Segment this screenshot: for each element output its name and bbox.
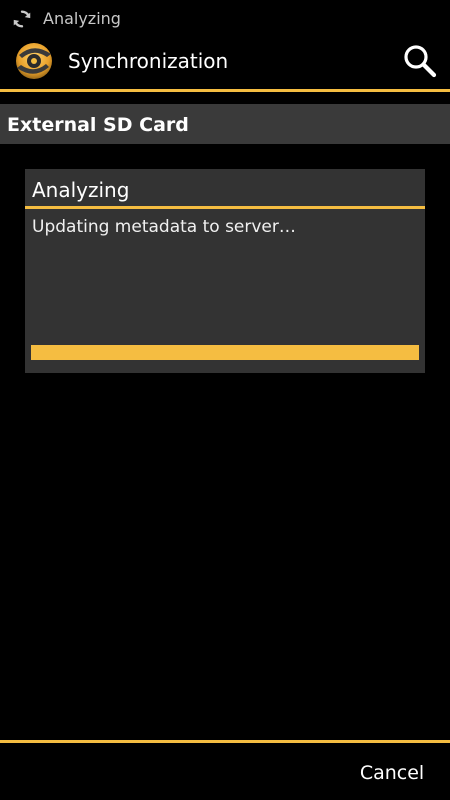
- footer-divider: [0, 740, 450, 743]
- page-title: Synchronization: [68, 49, 229, 73]
- action-bar: Synchronization: [0, 32, 450, 89]
- dialog-message: Updating metadata to server…: [32, 217, 296, 237]
- dialog-divider: [25, 206, 425, 209]
- header-divider: [0, 89, 450, 92]
- sync-icon: [13, 10, 31, 28]
- section-header: External SD Card: [0, 104, 450, 144]
- progress-bar: [31, 345, 419, 360]
- progress-dialog: Analyzing Updating metadata to server…: [25, 169, 425, 373]
- section-label: External SD Card: [7, 114, 189, 136]
- status-bar: Analyzing: [0, 0, 450, 32]
- search-icon[interactable]: [400, 42, 440, 80]
- progress-fill: [31, 345, 419, 360]
- status-text: Analyzing: [43, 9, 121, 28]
- dialog-title: Analyzing: [32, 178, 130, 202]
- app-logo-icon[interactable]: [11, 38, 57, 82]
- cancel-button[interactable]: Cancel: [344, 755, 440, 791]
